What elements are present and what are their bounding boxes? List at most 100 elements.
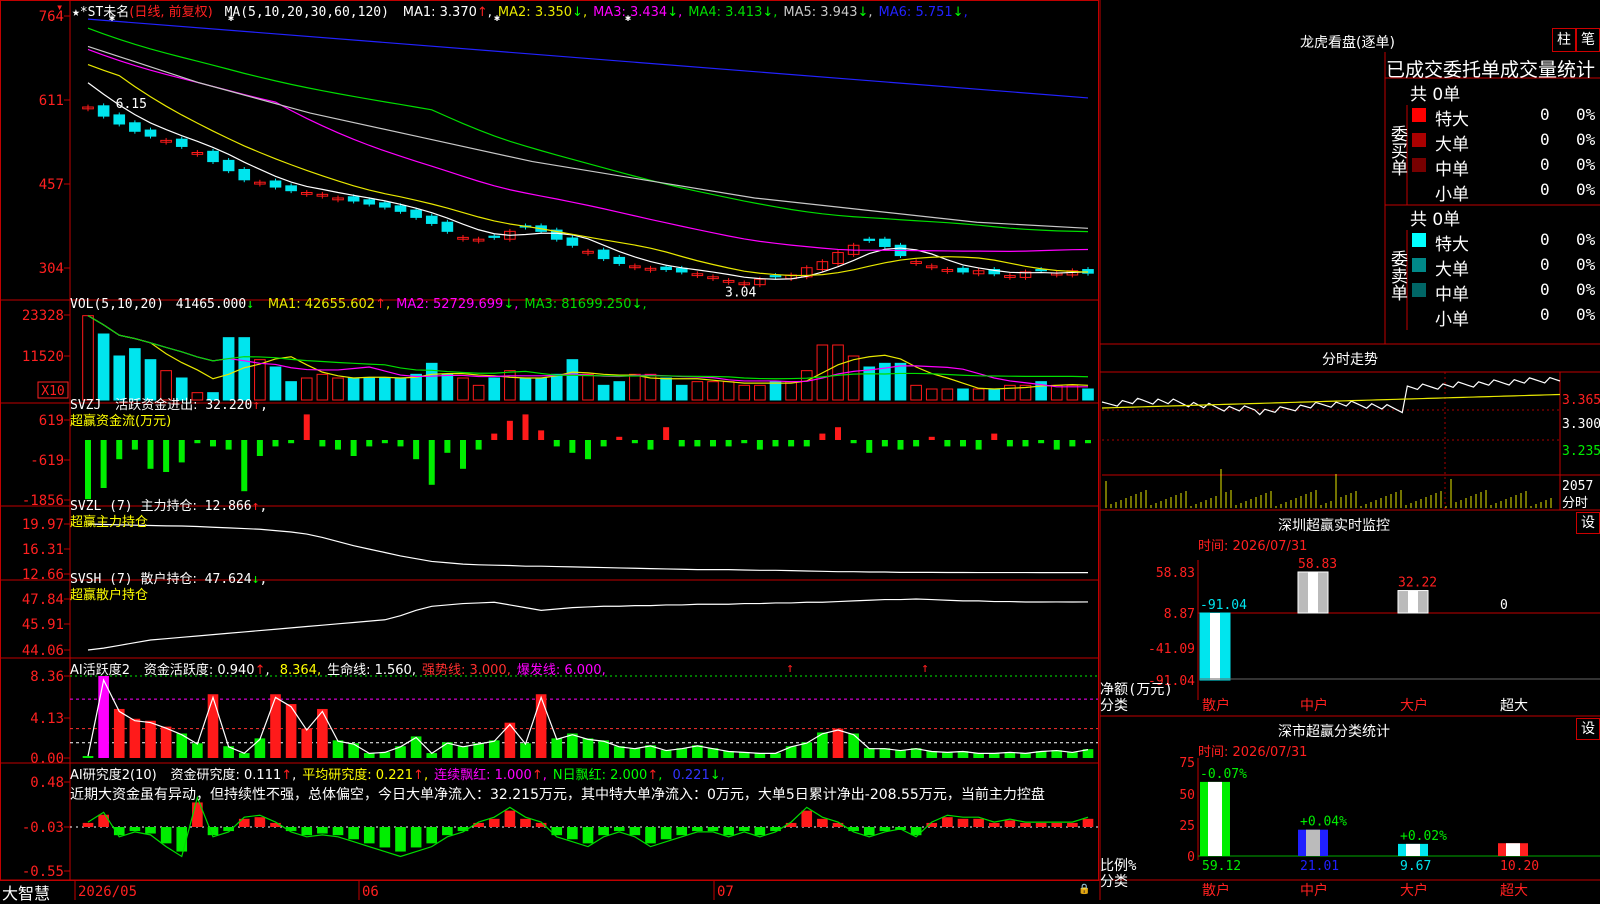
- research-bar: [254, 817, 266, 827]
- research-bar: [379, 827, 391, 848]
- candle-down: [566, 237, 579, 246]
- monitor-bar-highlight: [1408, 590, 1418, 613]
- volume-bar: [175, 377, 188, 401]
- volume-bar: [379, 377, 391, 401]
- period-label[interactable]: (日线, 前复权): [129, 5, 212, 20]
- fund-flow-bar: [585, 440, 591, 460]
- indicator-value-1: 平均研究度: 0.221↑,: [302, 768, 429, 783]
- menu-arrow-icon[interactable]: ▾: [56, 0, 63, 14]
- vol-ma-values: MA1: 42655.602↑, MA2: 52729.699↓, MA3: 816…: [262, 297, 647, 312]
- intraday-y-label: 3.235: [1562, 444, 1600, 459]
- activity-bar: [442, 742, 453, 758]
- lock-icon[interactable]: 🔒: [1078, 884, 1090, 895]
- fund-flow-bar: [194, 440, 201, 444]
- stock-title[interactable]: *ST未名: [80, 5, 129, 20]
- volume-bar: [1050, 384, 1063, 401]
- fund-flow-bar: [1038, 440, 1045, 444]
- fund-flow-bar: [569, 440, 576, 453]
- volume-bar: [394, 377, 407, 401]
- fund-flow-bar: [600, 440, 607, 447]
- volume-bar: [988, 388, 1001, 401]
- vol-unit-label: X10: [41, 384, 64, 399]
- bar-mode-button[interactable]: 柱: [1552, 28, 1576, 52]
- research-bar: [442, 827, 453, 836]
- sell-color-swatch: [1412, 233, 1426, 247]
- fund-flow-bar: [116, 440, 123, 460]
- buy-row-percent: 0%: [1576, 105, 1596, 124]
- classify-settings-button[interactable]: 设: [1576, 718, 1600, 740]
- activity-bar: [145, 720, 156, 758]
- fund-flow-bar: [725, 440, 732, 447]
- monitor-y-label: 8.87: [1164, 607, 1195, 622]
- vol-ma1-line: [87, 315, 1089, 390]
- activity-bar: [520, 743, 531, 758]
- y-axis-label: -1856: [22, 493, 64, 509]
- indicator-value-4: MA5: 3.943↓,: [783, 5, 873, 20]
- fund-flow-bar: [210, 440, 216, 447]
- y-axis-label: 12.66: [22, 567, 64, 583]
- fund-flow-bar: [991, 433, 998, 440]
- monitor-category: 大户: [1400, 697, 1428, 714]
- ai-act-header: AI活跃度2 资金活跃度: 0.940↑, 8.364, 生命线: 1.560, 强…: [70, 659, 606, 678]
- fund-flow-bar: [835, 427, 841, 440]
- ai-act-name: AI活跃度2: [70, 663, 130, 678]
- buy-row-name: 中单: [1435, 160, 1469, 180]
- sell-row-name: 小单: [1435, 310, 1469, 330]
- fund-flow-bar: [163, 440, 170, 472]
- research-bar: [754, 827, 766, 836]
- fund-flow-bar: [1085, 440, 1091, 444]
- fund-flow-bar: [1069, 440, 1076, 447]
- fund-flow-bar: [241, 440, 248, 492]
- svsh-label: 散户持仓:: [140, 572, 197, 587]
- research-bar: [598, 827, 609, 836]
- monitor-category: 中户: [1300, 697, 1328, 714]
- svsh-subtitle: 超赢散户持仓: [70, 588, 149, 603]
- fund-flow-bar: [538, 430, 545, 440]
- intraday-y-label: 3.365: [1562, 393, 1600, 408]
- ma10-line: [87, 64, 1089, 277]
- research-bar: [1051, 822, 1063, 827]
- activity-bar: [551, 738, 563, 758]
- sell-row-value: 0: [1540, 230, 1550, 249]
- activity-bar: [192, 743, 203, 758]
- research-bar: [567, 827, 578, 840]
- monitor-y-label: -41.09: [1148, 642, 1195, 657]
- activity-bar: [801, 742, 813, 758]
- tick-mode-button[interactable]: 笔: [1576, 28, 1600, 52]
- classify-category: 大户: [1400, 882, 1428, 899]
- fund-flow-bar: [460, 440, 466, 469]
- volume-bar: [550, 373, 563, 401]
- indicator-value-3: N日飘红: 2.000↑,: [552, 768, 663, 783]
- indicator-value-1: MA2: 52729.699↓,: [396, 297, 519, 312]
- candle-down: [379, 202, 391, 208]
- fund-flow-bar: [960, 440, 966, 447]
- high-price-label: 6.15: [116, 97, 147, 112]
- volume-bar: [488, 377, 501, 401]
- candle-down: [269, 180, 282, 188]
- research-bar: [129, 827, 141, 832]
- research-bar: [988, 822, 1000, 827]
- buy-row-percent: 0%: [1576, 180, 1596, 199]
- volume-bar: [660, 377, 672, 401]
- fund-flow-bar: [694, 440, 701, 447]
- volume-bar: [504, 370, 516, 401]
- buy-color-swatch: [1412, 183, 1426, 197]
- volume-bar: [316, 373, 329, 401]
- intraday-title: 分时走势: [1322, 352, 1378, 368]
- activity-bar: [254, 738, 266, 758]
- monitor-settings-button[interactable]: 设: [1576, 512, 1600, 534]
- activity-bar: [160, 726, 172, 758]
- classify-y-label: 50: [1179, 788, 1195, 803]
- fund-flow-bar: [178, 440, 185, 463]
- research-bar: [973, 818, 984, 827]
- fund-flow-bar: [350, 440, 357, 456]
- fund-flow-bar: [397, 440, 404, 447]
- fund-flow-bar: [881, 440, 888, 447]
- monitor-category: 散户: [1202, 697, 1230, 714]
- fund-flow-bar: [256, 440, 263, 456]
- fund-flow-bar: [897, 440, 904, 450]
- fund-flow-bar: [928, 436, 935, 440]
- classify-y-label: 25: [1179, 819, 1195, 834]
- price-header: ★*ST未名(日线, 前复权) MA(5,10,20,30,60,120) MA…: [72, 1, 968, 20]
- low-price-label: 3.04: [725, 286, 756, 301]
